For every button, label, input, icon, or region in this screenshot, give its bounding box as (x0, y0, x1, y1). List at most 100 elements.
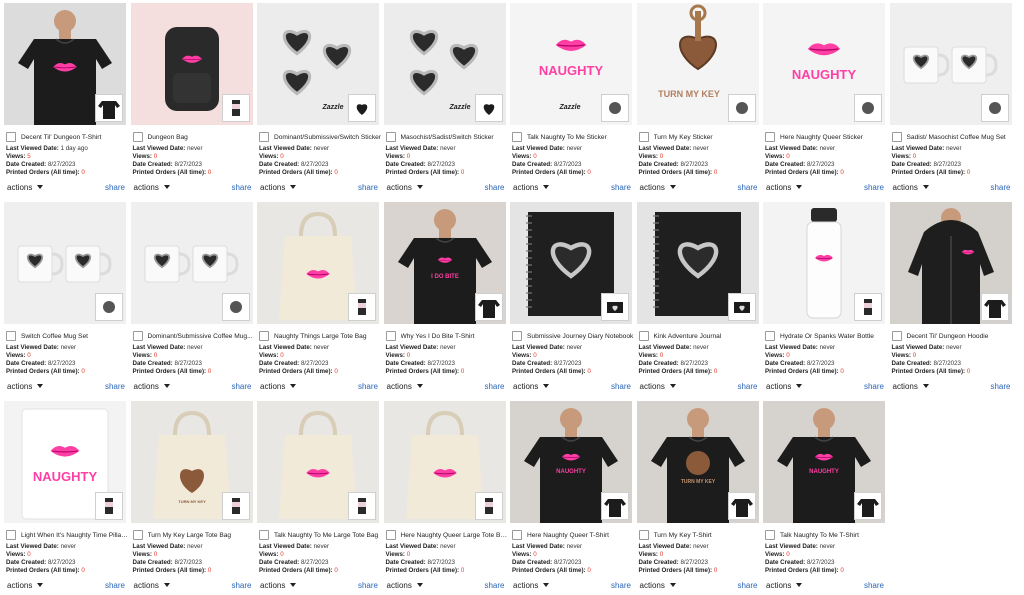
product-thumbnail[interactable]: NAUGHTY (4, 401, 126, 523)
select-checkbox[interactable] (891, 331, 902, 341)
product-mini-preview[interactable] (727, 293, 756, 321)
share-link[interactable]: share (231, 581, 251, 590)
product-mini-preview[interactable] (95, 94, 123, 122)
product-mini-preview[interactable] (221, 293, 250, 321)
share-link[interactable]: share (864, 382, 884, 391)
product-title[interactable]: Dungeon Bag (148, 134, 255, 141)
share-link[interactable]: share (105, 183, 125, 192)
product-title[interactable]: Talk Naughty To Me Sticker (527, 134, 634, 141)
product-thumbnail[interactable]: NAUGHTY (763, 401, 885, 523)
actions-dropdown[interactable]: actions (893, 183, 929, 192)
product-thumbnail[interactable] (510, 202, 632, 324)
product-mini-preview[interactable] (348, 94, 376, 122)
select-checkbox[interactable] (638, 132, 649, 142)
actions-dropdown[interactable]: actions (766, 382, 803, 391)
product-title[interactable]: Here Naughty Queer Sticker (780, 134, 887, 141)
product-thumbnail[interactable] (889, 202, 1012, 324)
actions-dropdown[interactable]: actions (7, 183, 44, 192)
actions-dropdown[interactable]: actions (260, 581, 297, 590)
actions-dropdown[interactable]: actions (7, 382, 44, 391)
share-link[interactable]: share (105, 581, 125, 590)
actions-dropdown[interactable]: actions (7, 581, 44, 590)
product-title[interactable]: Naughty Things Large Tote Bag (274, 333, 381, 340)
product-thumbnail[interactable]: TURN MY KEY (130, 401, 253, 523)
select-checkbox[interactable] (512, 530, 522, 540)
actions-dropdown[interactable]: actions (640, 183, 676, 192)
select-checkbox[interactable] (6, 530, 16, 540)
actions-dropdown[interactable]: actions (893, 382, 929, 391)
actions-dropdown[interactable]: actions (513, 183, 550, 192)
actions-dropdown[interactable]: actions (134, 183, 170, 192)
actions-dropdown[interactable]: actions (766, 183, 803, 192)
share-link[interactable]: share (864, 581, 884, 590)
product-title[interactable]: Turn My Key T-Shirt (654, 532, 761, 539)
product-title[interactable]: Light When It's Naughty Time Pillar... (21, 532, 128, 539)
actions-dropdown[interactable]: actions (387, 183, 423, 192)
product-thumbnail[interactable] (257, 401, 379, 523)
share-link[interactable]: share (737, 382, 757, 391)
product-thumbnail[interactable] (4, 3, 126, 125)
select-checkbox[interactable] (638, 530, 649, 540)
share-link[interactable]: share (105, 382, 125, 391)
product-title[interactable]: Sadist/ Masochist Coffee Mug Set (907, 134, 1014, 141)
product-title[interactable]: Dominant/Submissive Coffee Mug... (148, 333, 255, 340)
product-thumbnail[interactable]: NAUGHTY (510, 401, 632, 523)
product-thumbnail[interactable]: TURN MY KEY (636, 3, 759, 125)
product-title[interactable]: Hydrate Or Spanks Water Bottle (780, 333, 887, 340)
product-mini-preview[interactable] (980, 293, 1009, 321)
actions-dropdown[interactable]: actions (513, 581, 550, 590)
share-link[interactable]: share (484, 581, 504, 590)
product-thumbnail[interactable] (763, 202, 885, 324)
share-link[interactable]: share (358, 581, 378, 590)
share-link[interactable]: share (231, 183, 251, 192)
select-checkbox[interactable] (638, 331, 649, 341)
select-checkbox[interactable] (891, 132, 902, 142)
product-mini-preview[interactable] (854, 94, 882, 122)
share-link[interactable]: share (864, 183, 884, 192)
product-title[interactable]: Masochist/Sadist/Switch Sticker (401, 134, 508, 141)
actions-dropdown[interactable]: actions (387, 581, 423, 590)
product-title[interactable]: Decent Til' Dungeon Hoodie (907, 333, 1014, 340)
product-mini-preview[interactable] (95, 492, 123, 520)
select-checkbox[interactable] (259, 331, 269, 341)
product-title[interactable]: Why Yes I Do Bite T-Shirt (401, 333, 508, 340)
share-link[interactable]: share (231, 382, 251, 391)
product-thumbnail[interactable]: I DO BITE (383, 202, 506, 324)
share-link[interactable]: share (484, 183, 504, 192)
product-thumbnail[interactable] (130, 3, 253, 125)
select-checkbox[interactable] (132, 132, 143, 142)
select-checkbox[interactable] (765, 132, 775, 142)
select-checkbox[interactable] (259, 530, 269, 540)
product-title[interactable]: Here Naughty Queer T-Shirt (527, 532, 634, 539)
product-title[interactable]: Talk Naughty To Me Large Tote Bag (274, 532, 381, 539)
actions-dropdown[interactable]: actions (260, 183, 297, 192)
product-thumbnail[interactable] (889, 3, 1012, 125)
product-title[interactable]: Kink Adventure Journal (654, 333, 761, 340)
share-link[interactable]: share (737, 183, 757, 192)
share-link[interactable]: share (737, 581, 757, 590)
product-mini-preview[interactable] (348, 293, 376, 321)
select-checkbox[interactable] (385, 331, 396, 341)
product-thumbnail[interactable] (257, 202, 379, 324)
product-mini-preview[interactable] (474, 492, 503, 520)
select-checkbox[interactable] (259, 132, 269, 142)
select-checkbox[interactable] (132, 530, 143, 540)
share-link[interactable]: share (990, 382, 1010, 391)
select-checkbox[interactable] (132, 331, 143, 341)
product-mini-preview[interactable] (221, 94, 250, 122)
actions-dropdown[interactable]: actions (766, 581, 803, 590)
share-link[interactable]: share (358, 183, 378, 192)
share-link[interactable]: share (611, 183, 631, 192)
product-mini-preview[interactable] (474, 293, 503, 321)
select-checkbox[interactable] (385, 530, 396, 540)
actions-dropdown[interactable]: actions (513, 382, 550, 391)
product-mini-preview[interactable] (854, 492, 882, 520)
select-checkbox[interactable] (512, 331, 522, 341)
product-mini-preview[interactable] (601, 293, 629, 321)
product-title[interactable]: Switch Coffee Mug Set (21, 333, 128, 340)
product-thumbnail[interactable]: TURN MY KEY (636, 401, 759, 523)
product-thumbnail[interactable]: NAUGHTY (763, 3, 885, 125)
select-checkbox[interactable] (385, 132, 396, 142)
actions-dropdown[interactable]: actions (640, 382, 676, 391)
actions-dropdown[interactable]: actions (640, 581, 676, 590)
